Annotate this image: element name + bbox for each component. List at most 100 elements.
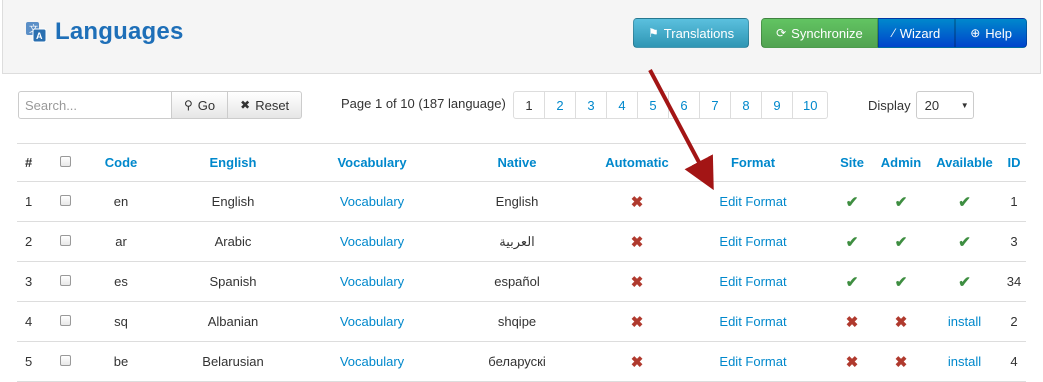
reset-button[interactable]: ✖ Reset <box>227 91 303 119</box>
search-input[interactable] <box>18 91 172 119</box>
check-icon: ✔ <box>894 233 908 251</box>
page-link[interactable]: 7 <box>699 91 731 119</box>
row-site[interactable]: ✖ <box>829 301 875 342</box>
col-header-format[interactable]: Format <box>677 143 829 182</box>
row-num: 5 <box>17 341 47 382</box>
page-link[interactable]: 5 <box>637 91 669 119</box>
row-admin[interactable]: ✖ <box>875 301 927 342</box>
col-header-site[interactable]: Site <box>829 143 875 182</box>
install-link[interactable]: install <box>927 341 1002 382</box>
go-label: Go <box>197 97 216 113</box>
toolbar: ⚑ Translations ⟳ Synchronize ⁄ Wizard ⊕ … <box>627 18 1027 48</box>
pagination: 1 2 3 4 5 6 7 8 9 10 <box>513 91 829 119</box>
edit-format-link[interactable]: Edit Format <box>677 261 829 302</box>
vocabulary-link[interactable]: Vocabulary <box>307 181 437 222</box>
row-automatic[interactable]: ✖ <box>597 261 677 302</box>
col-header-id[interactable]: ID <box>1002 143 1026 182</box>
page-link[interactable]: 4 <box>606 91 638 119</box>
translations-button[interactable]: ⚑ Translations <box>633 18 750 48</box>
col-header-automatic[interactable]: Automatic <box>597 143 677 182</box>
vocabulary-link[interactable]: Vocabulary <box>307 221 437 262</box>
vocabulary-link[interactable]: Vocabulary <box>307 261 437 302</box>
row-automatic[interactable]: ✖ <box>597 341 677 382</box>
row-checkbox[interactable] <box>59 195 71 206</box>
page-link[interactable]: 3 <box>575 91 607 119</box>
edit-format-link[interactable]: Edit Format <box>677 181 829 222</box>
cross-icon: ✖ <box>894 313 908 331</box>
wizard-button[interactable]: ⁄ Wizard <box>877 18 956 48</box>
magic-wand-icon: ⁄ <box>892 26 895 40</box>
page-link[interactable]: 9 <box>761 91 793 119</box>
synchronize-button[interactable]: ⟳ Synchronize <box>761 18 878 48</box>
table-row: 2 ar Arabic Vocabulary العربية ✖ Edit Fo… <box>17 221 1026 262</box>
row-checkbox[interactable] <box>59 355 71 366</box>
row-automatic[interactable]: ✖ <box>597 181 677 222</box>
check-icon: ✔ <box>845 193 859 211</box>
table-row: 1 en English Vocabulary English ✖ Edit F… <box>17 181 1026 222</box>
page-link[interactable]: 10 <box>792 91 829 119</box>
search-icon: ⚲ <box>184 98 193 112</box>
row-available[interactable]: ✔ <box>927 261 1002 302</box>
row-checkbox[interactable] <box>59 315 71 326</box>
row-checkbox[interactable] <box>59 235 71 246</box>
row-automatic[interactable]: ✖ <box>597 301 677 342</box>
vocabulary-link[interactable]: Vocabulary <box>307 301 437 342</box>
row-admin[interactable]: ✔ <box>875 261 927 302</box>
row-select <box>47 181 83 222</box>
col-header-admin[interactable]: Admin <box>875 143 927 182</box>
caret-down-icon: ▼ <box>960 100 969 110</box>
page-link[interactable]: 8 <box>730 91 762 119</box>
page-header: 文 A Languages ⚑ Translations ⟳ Synchroni… <box>2 0 1041 74</box>
col-header-code[interactable]: Code <box>83 143 159 182</box>
row-admin[interactable]: ✔ <box>875 181 927 222</box>
display-value: 20 <box>924 97 940 113</box>
row-admin[interactable]: ✔ <box>875 221 927 262</box>
edit-format-link[interactable]: Edit Format <box>677 221 829 262</box>
row-admin[interactable]: ✖ <box>875 341 927 382</box>
install-link[interactable]: install <box>927 301 1002 342</box>
row-native: العربية <box>437 221 597 262</box>
page-link[interactable]: 2 <box>544 91 576 119</box>
row-checkbox[interactable] <box>59 275 71 286</box>
translations-label: Translations <box>663 25 735 41</box>
row-select <box>47 341 83 382</box>
row-site[interactable]: ✔ <box>829 261 875 302</box>
svg-text:A: A <box>36 31 43 41</box>
row-site[interactable]: ✔ <box>829 181 875 222</box>
row-code: es <box>83 261 159 302</box>
cross-icon: ✖ <box>630 233 644 251</box>
col-header-native[interactable]: Native <box>437 143 597 182</box>
edit-format-link[interactable]: Edit Format <box>677 301 829 342</box>
vocabulary-link[interactable]: Vocabulary <box>307 341 437 382</box>
col-header-select <box>47 143 83 182</box>
page-link[interactable]: 6 <box>668 91 700 119</box>
col-header-available[interactable]: Available <box>927 143 1002 182</box>
row-id: 34 <box>1002 261 1026 302</box>
row-code: ar <box>83 221 159 262</box>
edit-format-link[interactable]: Edit Format <box>677 341 829 382</box>
table-header-row: # Code English Vocabulary Native Automat… <box>17 143 1026 182</box>
flag-icon: ⚑ <box>648 26 659 40</box>
page-link[interactable]: 1 <box>513 91 545 119</box>
help-button[interactable]: ⊕ Help <box>955 18 1027 48</box>
row-available[interactable]: ✔ <box>927 181 1002 222</box>
row-available[interactable]: ✔ <box>927 221 1002 262</box>
row-site[interactable]: ✔ <box>829 221 875 262</box>
select-all-checkbox[interactable] <box>59 156 71 167</box>
row-code: sq <box>83 301 159 342</box>
go-button[interactable]: ⚲ Go <box>171 91 229 119</box>
row-automatic[interactable]: ✖ <box>597 221 677 262</box>
col-header-english[interactable]: English <box>159 143 307 182</box>
row-select <box>47 221 83 262</box>
row-select <box>47 261 83 302</box>
row-site[interactable]: ✖ <box>829 341 875 382</box>
col-header-vocabulary[interactable]: Vocabulary <box>307 143 437 182</box>
synchronize-label: Synchronize <box>791 25 863 41</box>
row-english: Belarusian <box>159 341 307 382</box>
row-english: Spanish <box>159 261 307 302</box>
cross-icon: ✖ <box>845 313 859 331</box>
display-select[interactable]: 20 ▼ <box>915 91 974 119</box>
check-icon: ✔ <box>894 273 908 291</box>
row-num: 4 <box>17 301 47 342</box>
